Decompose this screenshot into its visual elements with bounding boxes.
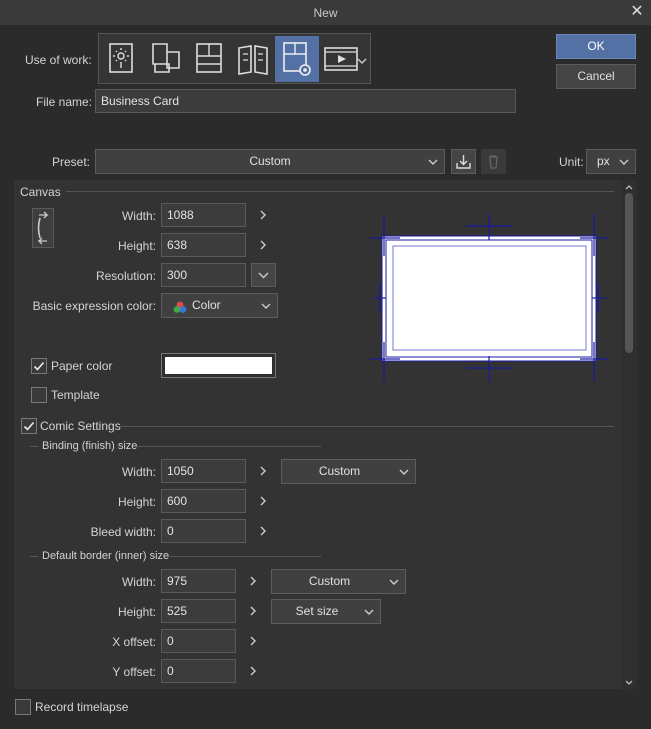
record-timelapse-label: Record timelapse [35,700,129,714]
canvas-section-label: Canvas [20,185,61,199]
comic-settings-checkbox[interactable] [21,418,37,434]
file-name-input[interactable]: Business Card [95,89,516,113]
book-icon[interactable] [231,36,275,82]
height-input[interactable]: 638 [161,233,246,257]
chevron-down-icon [261,302,271,310]
section-divider [136,446,321,447]
color-mode-value: Color [192,298,221,312]
chevron-right-icon[interactable] [248,665,258,677]
cancel-button[interactable]: Cancel [556,64,636,89]
y-offset-input[interactable]: 0 [161,659,236,683]
illustration-icon[interactable] [100,36,144,82]
chevron-right-icon[interactable] [258,209,268,221]
x-offset-label: X offset: [112,635,156,649]
scroll-up-icon[interactable] [624,181,634,191]
chevron-right-icon[interactable] [258,239,268,251]
paper-color-checkbox[interactable] [31,358,47,374]
default-border-label: Default border (inner) size [42,550,170,562]
section-divider [30,446,38,447]
ok-button[interactable]: OK [556,34,636,59]
scrollbar-thumb[interactable] [625,193,633,353]
resolution-label: Resolution: [95,269,156,283]
chevron-down-icon [428,158,438,166]
basic-color-label: Basic expression color: [32,299,156,313]
preset-value: Custom [249,154,291,168]
bleed-width-input[interactable]: 0 [161,519,246,543]
section-divider [168,556,321,557]
chevron-right-icon[interactable] [248,635,258,647]
close-icon[interactable]: ✕ [629,4,645,20]
binding-size-preset-value: Custom [318,464,361,478]
use-of-work-bar [98,33,371,84]
binding-width-label: Width: [121,465,156,479]
width-input[interactable]: 1088 [161,203,246,227]
paper-color-swatch[interactable] [161,353,276,378]
show-all-settings-icon[interactable] [275,36,319,82]
preset-select[interactable]: Custom [95,149,445,174]
chevron-right-icon[interactable] [248,575,258,587]
chevron-right-icon[interactable] [248,605,258,617]
height-label: Height: [117,239,156,253]
preset-label: Preset: [52,155,91,169]
chevron-down-icon [364,608,374,616]
use-of-work-label: Use of work: [25,53,92,67]
chevron-down-icon [619,158,629,166]
section-divider [118,426,614,427]
binding-height-label: Height: [117,495,156,509]
binding-width-input[interactable]: 1050 [161,459,246,483]
comic-icon[interactable] [143,36,187,82]
color-mode-select[interactable]: Color [161,293,278,318]
resolution-dropdown-button[interactable] [251,263,276,287]
comic-page-icon[interactable] [187,36,231,82]
scroll-down-icon[interactable] [624,677,634,687]
border-size-preset-value: Custom [308,574,351,588]
chevron-down-icon[interactable] [357,54,367,68]
y-offset-label: Y offset: [112,665,156,679]
chevron-right-icon[interactable] [258,525,268,537]
unit-value: px [597,154,610,168]
border-width-input[interactable]: 975 [161,569,236,593]
border-set-size-select[interactable]: Set size [271,599,381,624]
x-offset-input[interactable]: 0 [161,629,236,653]
binding-size-label: Binding (finish) size [42,440,138,452]
chevron-right-icon[interactable] [258,465,268,477]
border-size-preset-select[interactable]: Custom [271,569,406,594]
border-width-label: Width: [121,575,156,589]
rotate-icon [37,211,49,245]
section-divider [30,556,38,557]
save-preset-icon [456,155,471,169]
paper-color-label: Paper color [51,359,113,373]
record-timelapse-checkbox[interactable] [15,699,31,715]
border-height-label: Height: [117,605,156,619]
unit-label: Unit: [559,155,584,169]
template-checkbox[interactable] [31,387,47,403]
window-title: New [313,6,338,20]
binding-size-preset-select[interactable]: Custom [281,459,416,484]
register-preset-button[interactable] [451,149,476,174]
check-icon [23,421,35,431]
paper-color-fill [165,357,272,374]
template-label: Template [51,388,100,402]
section-divider [66,191,614,192]
chevron-right-icon[interactable] [258,495,268,507]
color-mode-icon [172,299,188,313]
binding-height-input[interactable]: 600 [161,489,246,513]
resolution-input[interactable]: 300 [161,263,246,287]
swap-orientation-button[interactable] [32,208,54,248]
chevron-down-icon [258,272,269,279]
border-set-size-value: Set size [295,604,339,618]
unit-select[interactable]: px [586,149,636,174]
chevron-down-icon [399,468,409,476]
width-label: Width: [121,209,156,223]
bleed-width-label: Bleed width: [90,525,156,539]
comic-settings-label: Comic Settings [40,419,121,433]
check-icon [33,361,45,371]
delete-preset-icon[interactable] [481,149,506,174]
border-height-input[interactable]: 525 [161,599,236,623]
chevron-down-icon [389,578,399,586]
file-name-label: File name: [36,95,93,109]
canvas-preview [370,210,610,386]
